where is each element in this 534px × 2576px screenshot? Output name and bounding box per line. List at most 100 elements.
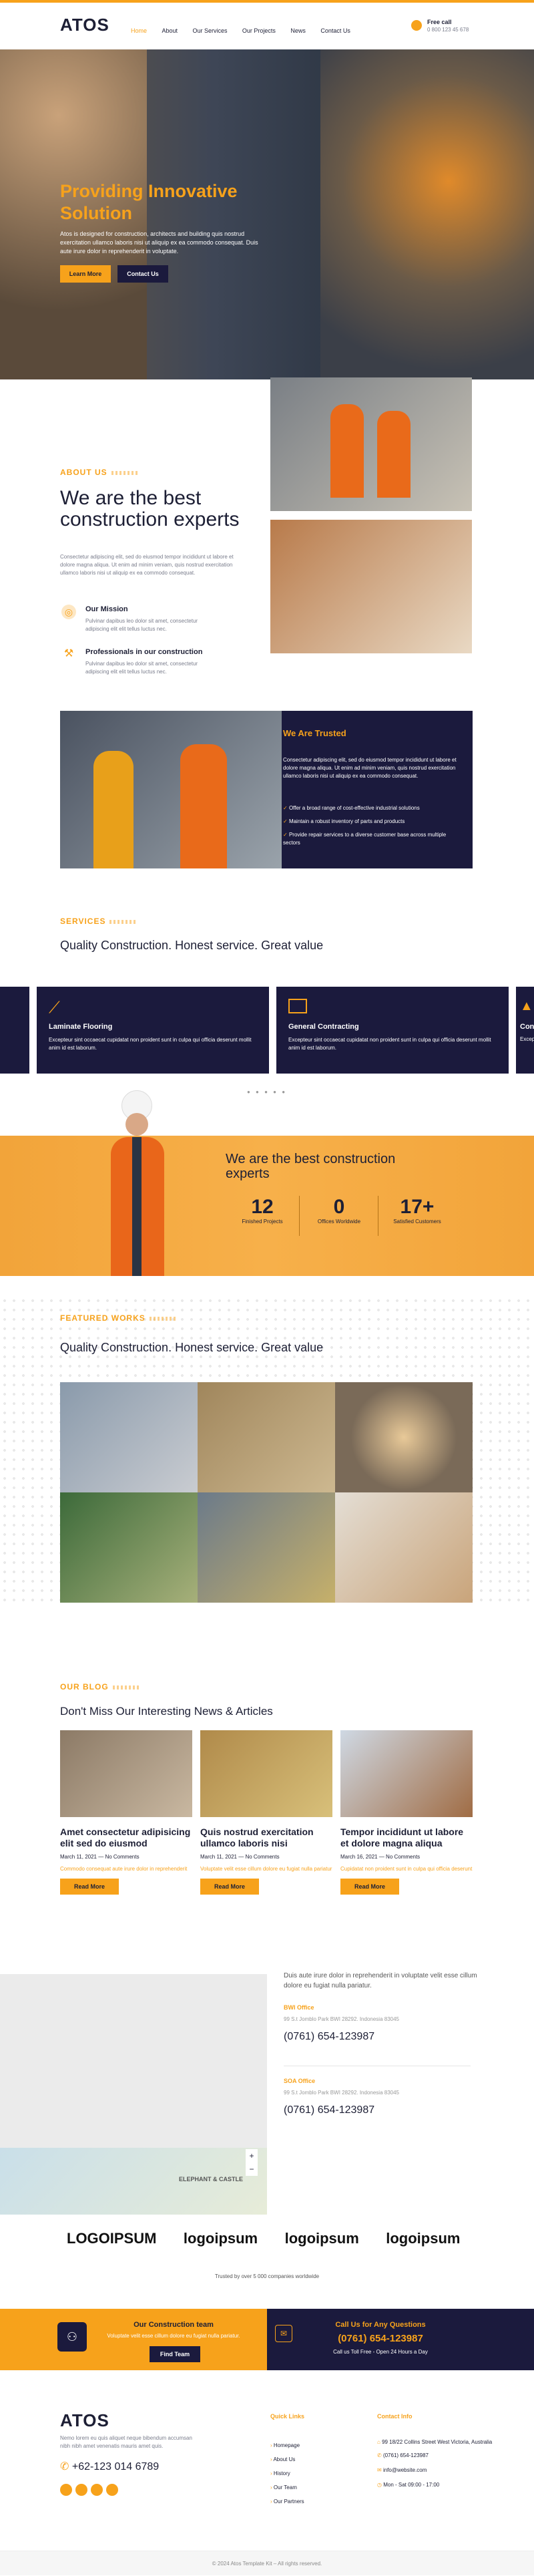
construction-icon: ▲ [520,999,533,1013]
footer-link[interactable]: › Our Team [270,2480,304,2494]
footer-link[interactable]: › Our Partners [270,2494,304,2509]
service-card-partial[interactable] [0,987,29,1074]
map-label: ELEPHANT & CASTLE [179,2176,244,2183]
list-item: ✓ Maintain a robust inventory of parts a… [283,818,405,824]
header-phone[interactable]: 0 800 123 45 678 [427,27,469,33]
office-2-phone[interactable]: (0761) 654-123987 [284,2104,374,2116]
blog-meta: March 11, 2021 — No Comments [200,1854,280,1860]
blog-meta: March 11, 2021 — No Comments [60,1854,140,1860]
works-gallery [60,1382,473,1603]
blog-post-title[interactable]: Quis nostrud exercitation ullamco labori… [200,1826,332,1849]
nav-services[interactable]: Our Services [192,27,227,34]
blog-title: Don't Miss Our Interesting News & Articl… [60,1705,273,1718]
footer-link[interactable]: › Homepage [270,2438,304,2452]
work-item[interactable] [335,1492,473,1603]
blog-excerpt: Voluptate velit esse cillum dolore eu fu… [200,1866,332,1872]
worker-figure [93,751,134,868]
blog-excerpt: Commodo consequat aute irure dolor in re… [60,1866,188,1872]
nav-news[interactable]: News [290,27,306,34]
nav-contact[interactable]: Contact Us [320,27,350,34]
map-zoom-controls[interactable]: + − [246,2149,258,2176]
carousel-dots[interactable]: ● ● ● ● ● [247,1089,287,1095]
blog-card[interactable]: Amet consectetur adipisicing elit sed do… [60,1730,192,1895]
footer-link[interactable]: › History [270,2466,304,2480]
footer-logo[interactable]: ATOS [60,2410,109,2431]
email-item[interactable]: ✉ info@website.com [377,2466,497,2474]
hero-title: Providing Innovative Solution [60,181,238,223]
contact-info-title: Contact Info [377,2413,413,2420]
header: ATOS Home About Our Services Our Project… [0,3,534,49]
work-item[interactable] [60,1382,198,1492]
engineer-figure [107,1090,167,1276]
stat-item: 12 Finished Projects [242,1196,283,1225]
logo[interactable]: ATOS [60,15,109,35]
call-title: Call Us for Any Questions [335,2321,426,2329]
partner-logo: LOGOIPSUM [67,2230,157,2247]
footer-link[interactable]: › About Us [270,2452,304,2466]
learn-more-button[interactable]: Learn More [60,265,111,283]
blog-post-title[interactable]: Amet consectetur adipisicing elit sed do… [60,1826,192,1849]
blog-card[interactable]: Quis nostrud exercitation ullamco labori… [200,1730,332,1895]
facebook-icon[interactable] [60,2484,72,2496]
service-card-partial[interactable]: ▲ Const Excep deserun [516,987,534,1074]
youtube-icon[interactable] [106,2484,118,2496]
read-more-button[interactable]: Read More [60,1879,119,1895]
services-title: Quality Construction. Honest service. Gr… [60,939,324,952]
contact-us-button[interactable]: Contact Us [117,265,168,283]
phone-item[interactable]: ✆ (0761) 654-123987 [377,2452,497,2460]
find-team-button[interactable]: Find Team [150,2346,200,2362]
blog-meta: March 16, 2021 — No Comments [340,1854,421,1860]
map[interactable]: ELEPHANT & CASTLE + − [0,1974,267,2215]
professional-icon: ⚒ [63,648,74,659]
work-item[interactable] [335,1382,473,1492]
list-item: ✓ Provide repair services to a diverse c… [283,832,447,846]
hero: Providing Innovative Solution Atos is de… [0,49,534,379]
twitter-icon[interactable] [75,2484,87,2496]
work-item[interactable] [198,1492,335,1603]
stats-divider [299,1196,300,1236]
blog-post-title[interactable]: Tempor incididunt ut labore et dolore ma… [340,1826,473,1849]
office-1-address: 99 S.t Jomblo Park BWI 28292. Indonesia … [284,2016,399,2022]
trusted-list: ✓ Offer a broad range of cost-effective … [283,804,463,847]
call-sub: Call us Toll Free - Open 24 Hours a Day [333,2349,428,2355]
footer-phone[interactable]: ✆ +62-123 014 6789 [60,2460,159,2473]
service-text: Excepteur sint occaecat cupidatat non pr… [49,1037,252,1051]
blog-tag: OUR BLOG [60,1682,140,1692]
nav-home[interactable]: Home [131,27,147,34]
cta-team: ⚇ Our Construction team Voluptate velit … [0,2309,267,2370]
mission-text: Pulvinar dapibus leo dolor sit amet, con… [85,618,198,632]
work-item[interactable] [198,1382,335,1492]
work-item[interactable] [60,1492,198,1603]
works-tag: FEATURED WORKS [60,1313,176,1323]
worker-figure [330,404,364,498]
about-tag: ABOUT US [60,468,138,477]
social-icons [60,2484,118,2499]
partner-logo: logoipsum [284,2230,359,2247]
service-card[interactable]: General Contracting Excepteur sint occae… [276,987,509,1074]
chat-icon: ✉ [275,2325,292,2342]
read-more-button[interactable]: Read More [200,1879,259,1895]
service-card[interactable]: ⟋ Laminate Flooring Excepteur sint occae… [37,987,269,1074]
pro-text: Pulvinar dapibus leo dolor sit amet, con… [85,661,198,675]
stat-item: 0 Offices Worldwide [317,1196,361,1225]
read-more-button[interactable]: Read More [340,1879,399,1895]
quick-links-title: Quick Links [270,2413,305,2420]
main-nav: Home About Our Services Our Projects New… [131,24,362,36]
blog-image[interactable] [200,1730,332,1817]
nav-about[interactable]: About [162,27,178,34]
instagram-icon[interactable] [91,2484,103,2496]
office-2-title: SOA Office [284,2078,316,2084]
blog-excerpt: Cupidatat non proident sunt in culpa qui… [340,1866,473,1872]
call-phone[interactable]: (0761) 654-123987 [300,2333,461,2344]
blog-image[interactable] [340,1730,473,1817]
office-1-phone[interactable]: (0761) 654-123987 [284,2031,374,2043]
about-photo-bottom [270,520,472,653]
nav-projects[interactable]: Our Projects [242,27,276,34]
contact-info: ⌂ 99 18/22 Collins Street West Victoria,… [377,2438,497,2489]
trusted-title: We Are Trusted [283,728,346,738]
blog-image[interactable] [60,1730,192,1817]
call-label: Free call [427,19,452,25]
address-item: ⌂ 99 18/22 Collins Street West Victoria,… [377,2439,493,2445]
blog-card[interactable]: Tempor incididunt ut labore et dolore ma… [340,1730,473,1895]
service-text: Excepteur sint occaecat cupidatat non pr… [288,1037,491,1051]
